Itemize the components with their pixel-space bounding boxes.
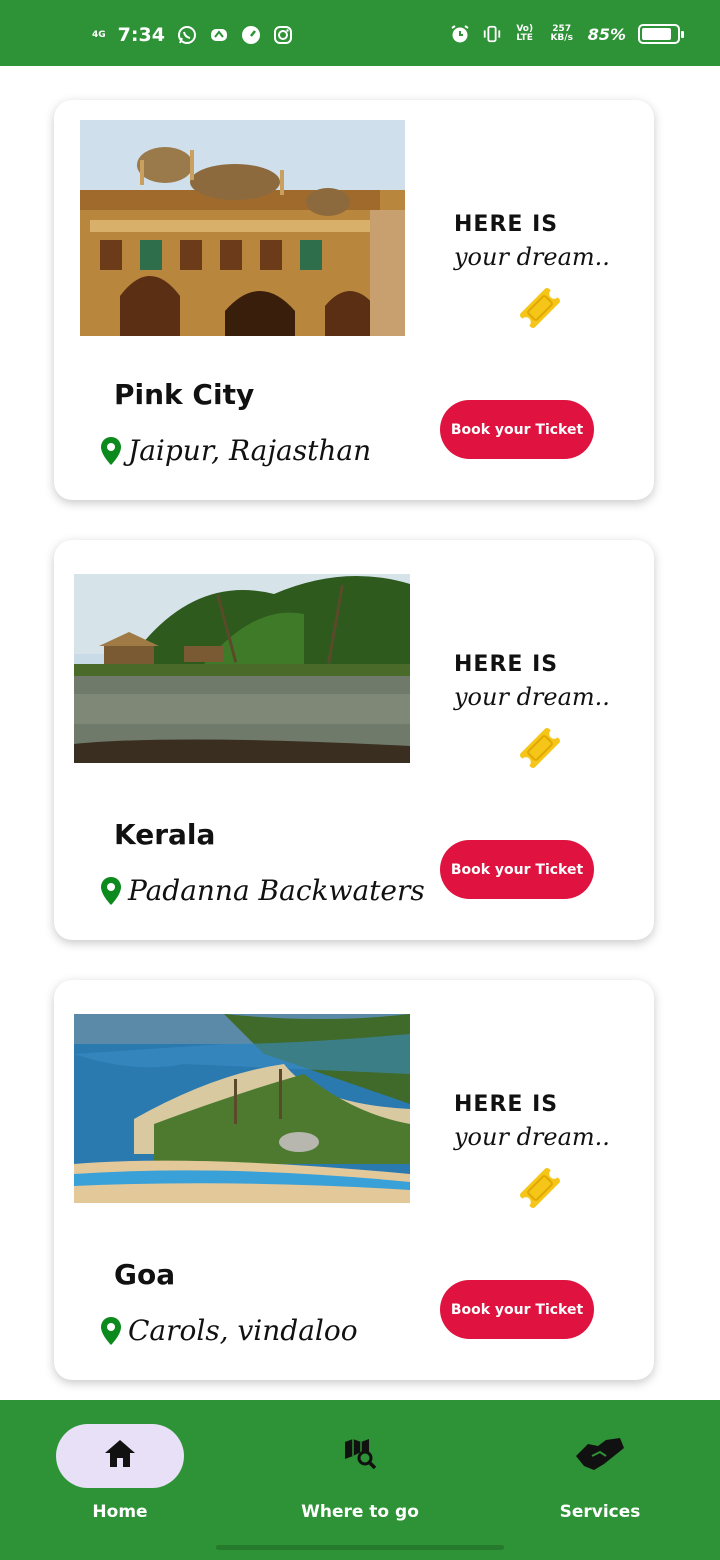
location-pin-icon: [100, 436, 122, 466]
nav-item-services[interactable]: Services: [520, 1424, 680, 1534]
ticket-icon: [514, 1162, 566, 1214]
place-name: Pink City: [114, 378, 255, 411]
ticket-icon: [514, 722, 566, 774]
bottom-navigation: Home Where to go Services: [0, 1400, 720, 1560]
ticket-icon: [514, 282, 566, 334]
nav-icon-wrapper[interactable]: [296, 1424, 424, 1488]
clock: 7:34: [117, 24, 165, 46]
tagline-line-2: your dream..: [454, 683, 610, 711]
place-location: Padanna Backwaters: [100, 874, 425, 907]
nav-label-where-to-go: Where to go: [301, 1502, 419, 1522]
vibrate-icon: [482, 24, 502, 44]
place-name: Kerala: [114, 818, 216, 851]
nav-label-services: Services: [559, 1502, 641, 1522]
place-name: Goa: [114, 1258, 176, 1291]
battery-level: [642, 28, 671, 40]
app-icon: [209, 25, 229, 45]
whatsapp-icon: [177, 25, 197, 45]
nav-active-indicator[interactable]: [56, 1424, 184, 1488]
location-pin-icon: [100, 1316, 122, 1346]
nav-icon-wrapper[interactable]: [536, 1424, 664, 1488]
location-text: Jaipur, Rajasthan: [128, 434, 372, 467]
destination-card: HERE IS your dream.. Goa Carols, vindalo…: [54, 980, 654, 1380]
network-type: 4G: [92, 29, 106, 40]
tagline-line-1: HERE IS: [454, 212, 559, 237]
place-location: Carols, vindaloo: [100, 1314, 358, 1347]
tagline-line-2: your dream..: [454, 243, 610, 271]
place-location: Jaipur, Rajasthan: [100, 434, 371, 467]
home-icon: [102, 1436, 138, 1476]
dream-tagline: HERE IS your dream..: [454, 212, 624, 271]
destination-image-goa: [74, 1014, 410, 1203]
tagline-line-1: HERE IS: [454, 1092, 559, 1117]
location-pin-icon: [100, 876, 122, 906]
battery-icon: [638, 24, 684, 44]
tagline-line-1: HERE IS: [454, 652, 559, 677]
location-text: Carols, vindaloo: [128, 1314, 358, 1347]
destination-card: HERE IS your dream.. Kerala Padanna Back…: [54, 540, 654, 940]
battery-percent: 85%: [587, 24, 626, 44]
destination-card: HERE IS your dream.. Pink City Jaipur, R…: [54, 100, 654, 500]
destination-list[interactable]: HERE IS your dream.. Pink City Jaipur, R…: [0, 66, 720, 1400]
speedometer-icon: [241, 25, 261, 45]
dream-tagline: HERE IS your dream..: [454, 652, 624, 711]
nav-label-home: Home: [92, 1502, 148, 1522]
network-speed: 257 KB/s: [550, 24, 573, 43]
volte-indicator: Vo) LTE: [516, 24, 534, 43]
dream-tagline: HERE IS your dream..: [454, 1092, 624, 1151]
tagline-line-2: your dream..: [454, 1123, 610, 1151]
destination-image-jaipur: [80, 120, 405, 336]
map-search-icon: [342, 1436, 378, 1476]
gesture-bar[interactable]: [216, 1545, 504, 1550]
book-ticket-button[interactable]: Book your Ticket: [440, 1280, 594, 1339]
status-right: Vo) LTE 257 KB/s 85%: [450, 24, 684, 44]
book-ticket-button[interactable]: Book your Ticket: [440, 840, 594, 899]
book-ticket-button[interactable]: Book your Ticket: [440, 400, 594, 459]
handshake-icon: [574, 1434, 626, 1478]
status-left: 4G 7:34: [92, 24, 293, 46]
instagram-icon: [273, 25, 293, 45]
destination-image-kerala: [74, 574, 410, 763]
alarm-icon: [450, 24, 470, 44]
nav-item-where-to-go[interactable]: Where to go: [280, 1424, 440, 1534]
location-text: Padanna Backwaters: [128, 874, 425, 907]
status-bar: 4G 7:34 Vo) LTE 257 KB/s 85%: [0, 0, 720, 66]
nav-item-home[interactable]: Home: [40, 1424, 200, 1534]
